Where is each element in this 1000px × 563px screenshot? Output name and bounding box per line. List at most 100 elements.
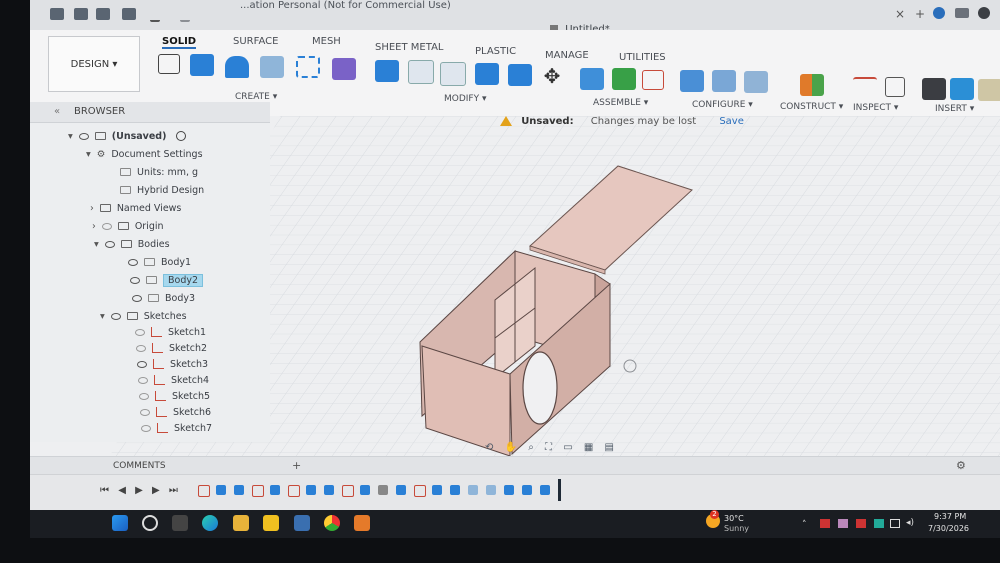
combine-icon[interactable] xyxy=(475,63,499,85)
timeline-extrude[interactable] xyxy=(270,485,280,495)
file-explorer-icon[interactable] xyxy=(233,515,249,531)
timeline-marker[interactable] xyxy=(558,479,561,501)
measure-icon[interactable] xyxy=(853,77,877,101)
new-tab-icon[interactable]: + xyxy=(915,8,925,20)
timeline-sketch[interactable] xyxy=(198,485,210,497)
grid-settings-icon[interactable]: ▦ xyxy=(584,442,593,453)
eye-hidden-icon[interactable] xyxy=(138,376,148,384)
group-configure[interactable]: CONFIGURE ▾ xyxy=(692,100,753,110)
go-to-end-icon[interactable]: ⏭ xyxy=(169,485,178,496)
browser-body3[interactable]: Body3 xyxy=(132,290,195,306)
step-back-icon[interactable]: ◀ xyxy=(118,485,126,496)
orbit-icon[interactable]: ⟲ xyxy=(485,442,493,453)
timeline-extrude[interactable] xyxy=(306,485,316,495)
go-to-start-icon[interactable]: ⏮ xyxy=(100,485,109,496)
timeline-extrude[interactable] xyxy=(432,485,442,495)
tray-app-icon[interactable] xyxy=(856,519,866,528)
timeline-extrude[interactable] xyxy=(396,485,406,495)
timeline-sketch[interactable] xyxy=(414,485,426,497)
browser-sketch2[interactable]: Sketch2 xyxy=(136,340,207,356)
tab-mesh[interactable]: MESH xyxy=(312,36,341,47)
tray-app-icon[interactable] xyxy=(874,519,884,528)
hole-icon[interactable] xyxy=(260,56,284,78)
zoom-icon[interactable]: ⌕ xyxy=(528,442,534,453)
group-construct[interactable]: CONSTRUCT ▾ xyxy=(780,102,843,112)
chrome-icon[interactable] xyxy=(324,515,340,531)
section-analysis-icon[interactable] xyxy=(885,77,905,97)
group-inspect[interactable]: INSPECT ▾ xyxy=(853,103,898,113)
press-pull-icon[interactable] xyxy=(375,60,399,82)
display-settings-icon[interactable]: ▭ xyxy=(563,442,572,453)
eye-icon[interactable] xyxy=(132,294,142,302)
browser-bodies[interactable]: ▾ Bodies xyxy=(94,236,170,252)
timeline-extrude[interactable] xyxy=(216,485,226,495)
play-icon[interactable]: ▶ xyxy=(135,485,143,496)
copilot-icon[interactable] xyxy=(172,515,188,531)
tab-plastic[interactable]: PLASTIC xyxy=(475,46,516,57)
group-insert[interactable]: INSERT ▾ xyxy=(935,104,974,114)
new-joint-icon[interactable] xyxy=(612,68,636,90)
timeline-sketch[interactable] xyxy=(252,485,264,497)
configure-table-icon[interactable] xyxy=(680,70,704,92)
eye-hidden-icon[interactable] xyxy=(135,328,145,336)
tray-app-icon[interactable] xyxy=(820,519,830,528)
insert-mesh-icon[interactable] xyxy=(978,79,1000,101)
eye-hidden-icon[interactable] xyxy=(141,424,151,432)
insert-image-icon[interactable] xyxy=(950,78,974,100)
chevron-up-icon[interactable]: ˄ xyxy=(802,520,807,530)
browser-sketch7[interactable]: Sketch7 xyxy=(141,420,212,436)
help-icon[interactable] xyxy=(933,7,945,19)
as-built-joint-icon[interactable] xyxy=(642,70,664,90)
tab-solid[interactable]: SOLID xyxy=(162,36,197,49)
browser-root[interactable]: ▾ (Unsaved) xyxy=(68,128,187,144)
timeline-feature[interactable] xyxy=(486,485,496,495)
split-icon[interactable] xyxy=(508,64,532,86)
revolve-icon[interactable] xyxy=(225,56,249,78)
edge-icon[interactable] xyxy=(202,515,218,531)
extensions-icon[interactable] xyxy=(955,8,969,18)
group-create[interactable]: CREATE ▾ xyxy=(235,92,277,102)
timeline-extrude[interactable] xyxy=(450,485,460,495)
pencil-app-icon[interactable] xyxy=(263,515,279,531)
add-comment-icon[interactable]: + xyxy=(292,459,301,472)
eye-icon[interactable] xyxy=(104,240,115,248)
file-icon[interactable] xyxy=(96,8,110,20)
timeline-sketch[interactable] xyxy=(288,485,300,497)
network-icon[interactable] xyxy=(890,519,900,528)
timeline-sketch[interactable] xyxy=(342,485,354,497)
undo-icon[interactable] xyxy=(150,8,160,22)
move-icon[interactable]: ✥ xyxy=(540,65,564,87)
eye-hidden-icon[interactable] xyxy=(101,222,112,230)
settings-gear-icon[interactable]: ⚙ xyxy=(956,459,966,472)
fit-icon[interactable]: ⛶ xyxy=(545,442,552,453)
group-assemble[interactable]: ASSEMBLE ▾ xyxy=(593,98,648,108)
viewports-icon[interactable]: ▤ xyxy=(604,442,613,453)
insert-derive-icon[interactable] xyxy=(922,78,946,100)
timeline-extrude[interactable] xyxy=(360,485,370,495)
eye-icon[interactable] xyxy=(130,276,140,284)
browser-sketch1[interactable]: Sketch1 xyxy=(135,324,206,340)
tray-app-icon[interactable] xyxy=(838,519,848,528)
timeline-extrude[interactable] xyxy=(324,485,334,495)
grid-icon[interactable] xyxy=(74,8,88,20)
browser-sketch5[interactable]: Sketch5 xyxy=(139,388,210,404)
timeline-extrude[interactable] xyxy=(540,485,550,495)
account-icon[interactable] xyxy=(978,7,990,19)
redo-icon[interactable] xyxy=(180,8,190,22)
browser-named-views[interactable]: › Named Views xyxy=(90,200,181,216)
save-icon[interactable] xyxy=(122,8,136,20)
extrude-icon[interactable] xyxy=(190,54,214,76)
create-sketch-icon[interactable] xyxy=(158,54,180,74)
browser-sketch3[interactable]: Sketch3 xyxy=(137,356,208,372)
workspace-switcher[interactable]: DESIGN ▾ xyxy=(48,36,140,92)
pan-icon[interactable]: ✋ xyxy=(505,442,517,453)
browser-body1[interactable]: Body1 xyxy=(128,254,191,270)
eye-hidden-icon[interactable] xyxy=(136,344,146,352)
eye-hidden-icon[interactable] xyxy=(140,408,150,416)
clock-date[interactable]: 7/30/2026 xyxy=(928,524,969,533)
step-forward-icon[interactable]: ▶ xyxy=(152,485,160,496)
pattern-icon[interactable] xyxy=(296,56,320,78)
fillet-icon[interactable] xyxy=(408,60,434,84)
configure-insert-icon[interactable] xyxy=(744,71,768,93)
save-link[interactable]: Save xyxy=(719,116,744,127)
